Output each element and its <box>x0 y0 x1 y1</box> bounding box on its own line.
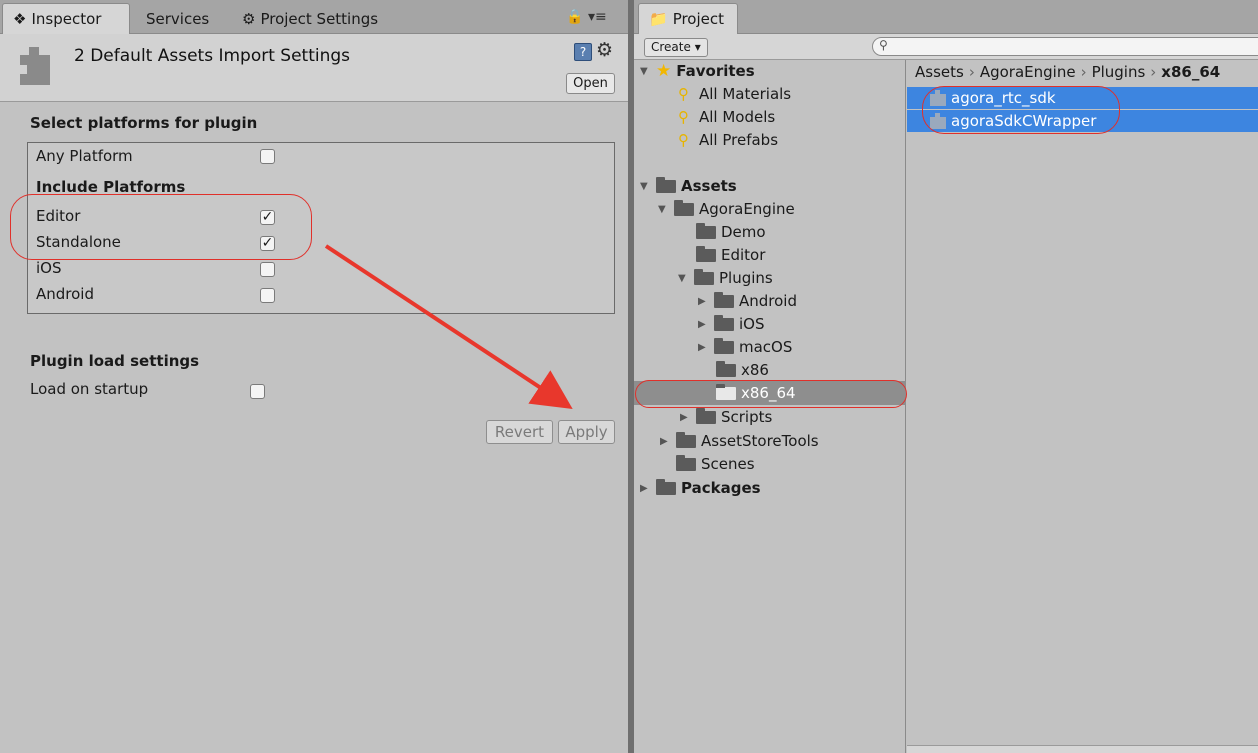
search-icon: ⚲ <box>879 38 888 52</box>
collapse-triangle-icon: ▶ <box>698 341 706 353</box>
tree-item-label: Demo <box>721 223 766 241</box>
project-toolbar: Create ▾ ⚲ <box>634 34 1258 60</box>
tree-item-assetstoretools[interactable]: ▶ AssetStoreTools <box>660 430 819 452</box>
search-input[interactable]: ⚲ <box>872 37 1258 56</box>
folder-icon <box>676 431 696 448</box>
tree-item-label: Android <box>739 292 797 310</box>
favorite-item[interactable]: ⚲ All Materials <box>678 83 791 105</box>
folder-icon <box>696 245 716 262</box>
search-filter-icon: ⚲ <box>678 108 689 126</box>
favorite-label: All Models <box>699 108 776 126</box>
tree-item-editor[interactable]: Editor <box>696 244 765 266</box>
tree-item-label: Editor <box>721 246 766 264</box>
breadcrumb-item[interactable]: Plugins <box>1092 63 1146 81</box>
favorite-label: All Materials <box>699 85 792 103</box>
content-footer <box>907 745 1258 753</box>
folder-icon <box>714 337 734 354</box>
tree-item-scenes[interactable]: Scenes <box>676 453 755 475</box>
tree-item-packages[interactable]: ▶ Packages <box>640 477 761 499</box>
tree-item-label: AgoraEngine <box>699 200 795 218</box>
folder-icon <box>676 454 696 471</box>
breadcrumb-item-current[interactable]: x86_64 <box>1161 63 1220 81</box>
tree-item-x86[interactable]: x86 <box>716 359 769 381</box>
tree-item-favorites[interactable]: ▼ ★ Favorites <box>640 60 755 82</box>
folder-icon <box>674 199 694 216</box>
create-dropdown[interactable]: Create ▾ <box>644 38 708 57</box>
annotation-oval-x86-64 <box>635 380 907 408</box>
tree-item-label: macOS <box>739 338 793 356</box>
expand-triangle-icon: ▼ <box>640 180 648 192</box>
tree-item-scripts[interactable]: ▶ Scripts <box>680 406 772 428</box>
tree-item-label: iOS <box>739 315 765 333</box>
favorite-item[interactable]: ⚲ All Prefabs <box>678 129 778 151</box>
collapse-triangle-icon: ▶ <box>660 435 668 447</box>
tree-item-label: AssetStoreTools <box>701 432 819 450</box>
expand-triangle-icon: ▼ <box>658 203 666 215</box>
expand-triangle-icon: ▼ <box>678 272 686 284</box>
folder-icon <box>714 314 734 331</box>
folder-icon <box>716 360 736 377</box>
tree-item-label: Packages <box>681 479 761 497</box>
tree-item-demo[interactable]: Demo <box>696 221 766 243</box>
tree-item-label: Scenes <box>701 455 755 473</box>
folder-icon <box>656 478 676 495</box>
favorite-label: All Prefabs <box>699 131 779 149</box>
favorite-item[interactable]: ⚲ All Models <box>678 106 775 128</box>
tree-item-plugins[interactable]: ▼ Plugins <box>678 267 773 289</box>
star-icon: ★ <box>656 61 672 81</box>
tree-item-label: Plugins <box>719 269 773 287</box>
folder-icon <box>696 407 716 424</box>
project-content-panel <box>907 60 1258 753</box>
tree-item-android[interactable]: ▶ Android <box>698 290 797 312</box>
tree-item-ios[interactable]: ▶ iOS <box>698 313 765 335</box>
annotation-oval-files <box>922 86 1120 134</box>
collapse-triangle-icon: ▶ <box>698 295 706 307</box>
collapse-triangle-icon: ▶ <box>640 482 648 494</box>
tree-item-label: Scripts <box>721 408 773 426</box>
tree-item-agoraengine[interactable]: ▼ AgoraEngine <box>658 198 795 220</box>
tree-item-assets[interactable]: ▼ Assets <box>640 175 737 197</box>
tree-item-label: x86 <box>741 361 769 379</box>
tree-item-label: Favorites <box>676 62 755 80</box>
folder-icon <box>694 268 714 285</box>
collapse-triangle-icon: ▶ <box>698 318 706 330</box>
tree-item-label: Assets <box>681 177 737 195</box>
breadcrumb-item[interactable]: AgoraEngine <box>980 63 1076 81</box>
breadcrumb-item[interactable]: Assets <box>915 63 964 81</box>
tree-item-macos[interactable]: ▶ macOS <box>698 336 792 358</box>
folder-icon <box>656 176 676 193</box>
collapse-triangle-icon: ▶ <box>680 411 688 423</box>
search-filter-icon: ⚲ <box>678 131 689 149</box>
breadcrumb: Assets › AgoraEngine › Plugins › x86_64 <box>915 63 1221 81</box>
expand-triangle-icon: ▼ <box>640 65 648 77</box>
folder-icon <box>696 222 716 239</box>
folder-icon <box>714 291 734 308</box>
search-filter-icon: ⚲ <box>678 85 689 103</box>
